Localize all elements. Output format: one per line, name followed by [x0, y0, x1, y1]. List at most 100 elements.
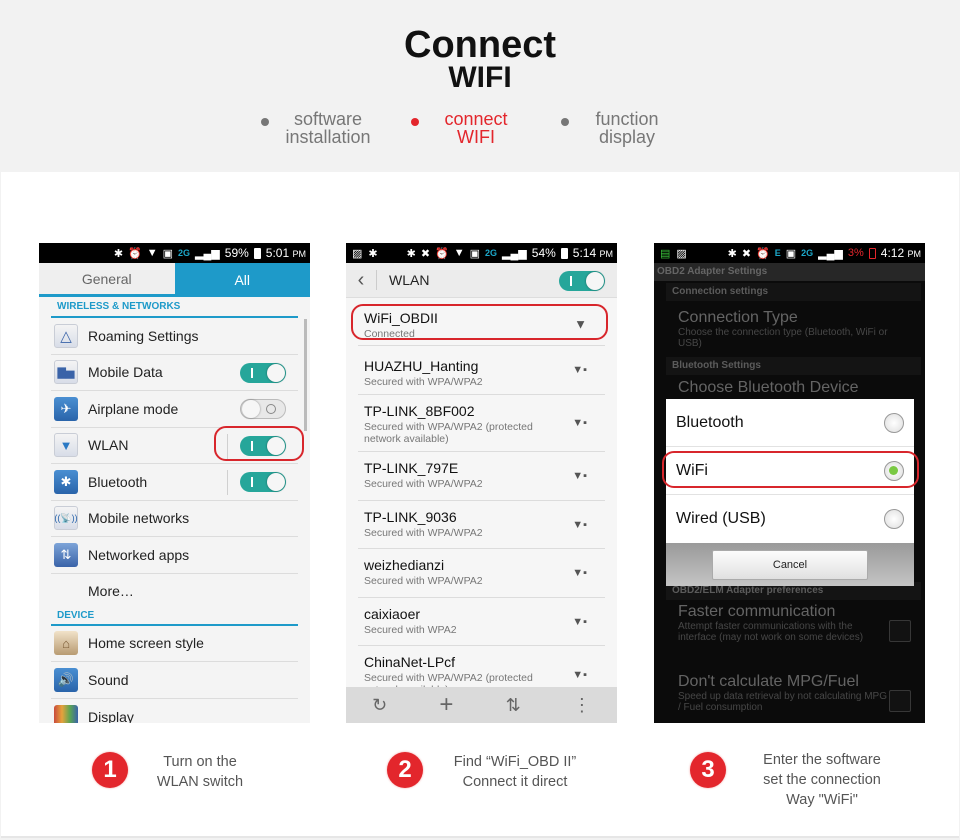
wifi-locked-signal-icon: ▼▪: [572, 364, 587, 376]
option-wifi[interactable]: WiFi: [666, 447, 914, 495]
clock-time: 4:12: [880, 246, 905, 260]
settings-item-wlan[interactable]: ▼ WLAN: [51, 428, 298, 464]
status-bar: ▤ ▨ ✱ ✖ ⏰ E ▣ 2G ▂▄▆ 3% 4:12 PM: [654, 243, 925, 263]
wifi-network-name: TP-LINK_797E: [364, 460, 459, 476]
settings-item-display[interactable]: Display: [51, 699, 298, 723]
alarm-icon: ⏰: [756, 247, 770, 260]
wifi-network-status: Secured with WPA/WPA2: [364, 527, 483, 539]
settings-item-mobile-data[interactable]: ▇▅ Mobile Data: [51, 355, 298, 391]
airplane-icon: ✈: [54, 396, 78, 421]
cancel-button[interactable]: Cancel: [712, 549, 868, 580]
add-icon[interactable]: +: [439, 691, 453, 719]
nav-item-connect-wifi[interactable]: connect WIFI: [430, 110, 522, 146]
wlan-master-toggle[interactable]: [559, 271, 605, 291]
alarm-icon: ⏰: [128, 247, 142, 260]
clock-ampm: PM: [599, 249, 614, 259]
settings-item-label: Networked apps: [88, 546, 190, 563]
section-header-wireless: WIRELESS & NETWORKS: [57, 301, 181, 312]
wifi-network-status: Secured with WPA/WPA2: [364, 478, 483, 490]
bluetooth-toggle[interactable]: [240, 472, 286, 492]
airplane-toggle[interactable]: [240, 399, 286, 419]
back-chevron-icon[interactable]: ‹: [346, 269, 376, 292]
connection-type-dialog: Bluetooth WiFi Wired (USB) Cancel: [666, 399, 914, 586]
settings-item-label: Display: [88, 708, 134, 723]
wifi-network-item[interactable]: TP-LINK_9036 Secured with WPA/WPA2 ▼▪: [358, 501, 605, 549]
clock: 5:01 PM: [266, 246, 306, 260]
settings-item-bluetooth[interactable]: ✱ Bluetooth: [51, 464, 298, 501]
signal-icon: ▂▄▆: [502, 247, 527, 260]
battery-icon: [560, 247, 568, 259]
radio-bluetooth[interactable]: [884, 412, 904, 433]
settings-item-home-screen[interactable]: ⌂ Home screen style: [51, 626, 298, 662]
clock-time: 5:14: [572, 246, 597, 260]
radio-wifi[interactable]: [884, 460, 904, 481]
antenna-icon: ((📡)): [54, 506, 78, 531]
wifi-locked-signal-icon: ▼▪: [572, 615, 587, 628]
wifi-status-icon: ▼: [146, 247, 158, 259]
mobile-data-toggle[interactable]: [240, 362, 286, 383]
wifi-network-item[interactable]: weizhedianzi Secured with WPA/WPA2 ▼▪: [358, 549, 605, 598]
overflow-menu-icon[interactable]: ⋮: [573, 695, 591, 716]
sim-icon: ▣: [162, 247, 174, 260]
option-wired-usb[interactable]: Wired (USB): [666, 495, 914, 543]
home-icon: ⌂: [54, 631, 78, 656]
divider: [227, 433, 228, 459]
radio-wired-usb[interactable]: [884, 509, 904, 529]
nav-item-function-display[interactable]: function display: [580, 110, 674, 146]
tab-general[interactable]: General: [39, 263, 175, 297]
wifi-network-name: TP-LINK_8BF002: [364, 403, 475, 419]
section-header-device: DEVICE: [57, 609, 95, 621]
phone-settings-screen: ✱ ⏰ ▼ ▣ 2G ▂▄▆ 59% 5:01 PM General All W…: [39, 243, 310, 723]
wifi-network-item[interactable]: caixiaoer Secured with WPA2 ▼▪: [358, 598, 605, 646]
step-line: Enter the software: [763, 752, 881, 768]
display-icon: [54, 704, 78, 723]
wifi-network-item[interactable]: TP-LINK_8BF002 Secured with WPA/WPA2 (pr…: [358, 395, 605, 452]
bluetooth-status-icon: ✱: [406, 247, 416, 260]
wifi-locked-signal-icon: ▼▪: [572, 567, 587, 579]
signal-icon: ▂▄▆: [195, 247, 220, 260]
page-subtitle: WIFI: [448, 61, 512, 94]
tab-all[interactable]: All: [174, 263, 310, 297]
wifi-network-item[interactable]: WiFi_OBDII Connected ▼: [358, 302, 605, 346]
wlan-toggle[interactable]: [240, 435, 286, 456]
wifi-icon: ▼: [54, 433, 78, 458]
nav-line: display: [598, 127, 656, 147]
roaming-icon: △: [54, 323, 78, 348]
wifi-network-item[interactable]: HUAZHU_Hanting Secured with WPA/WPA2 ▼▪: [358, 346, 605, 395]
settings-item-mobile-networks[interactable]: ((📡)) Mobile networks: [51, 501, 298, 537]
wifi-network-status: Secured with WPA/WPA2: [364, 575, 483, 587]
settings-item-label: Roaming Settings: [88, 327, 199, 344]
step-line: Turn on the: [163, 754, 237, 770]
settings-item-label: Sound: [88, 671, 129, 688]
blank-icon: [54, 579, 78, 603]
clock: 4:12 PM: [881, 246, 921, 260]
network-type-icon: 2G: [801, 248, 814, 258]
step-line: Way "WiFi": [786, 792, 858, 808]
settings-item-more[interactable]: More…: [51, 574, 298, 608]
settings-item-networked-apps[interactable]: ⇅ Networked apps: [51, 537, 298, 574]
settings-item-roaming[interactable]: △ Roaming Settings: [51, 318, 298, 355]
wps-icon[interactable]: ↻: [372, 695, 387, 716]
app-notification-icon: ▤: [660, 247, 671, 260]
wifi-status-icon: ▼: [453, 247, 465, 259]
clock-time: 5:01: [265, 246, 290, 260]
bluetooth-notification-icon: ✱: [368, 247, 378, 260]
status-bar: ✱ ⏰ ▼ ▣ 2G ▂▄▆ 59% 5:01 PM: [39, 243, 310, 263]
nav-item-software-installation[interactable]: software installation: [278, 110, 378, 146]
wifi-network-name: ChinaNet-LPcf: [364, 654, 456, 670]
dialog-footer: Cancel: [666, 543, 914, 586]
network-type-icon: 2G: [485, 248, 498, 258]
settings-item-airplane[interactable]: ✈ Airplane mode: [51, 391, 298, 428]
wifi-direct-icon[interactable]: ⇅: [506, 695, 521, 716]
settings-tabs: General All: [39, 263, 310, 297]
divider: [227, 470, 228, 495]
wifi-signal-icon: ▼: [574, 316, 587, 331]
nav-line: installation: [285, 127, 371, 147]
settings-item-label: More…: [88, 582, 134, 599]
scrollbar[interactable]: [304, 319, 307, 431]
gallery-icon: ▨: [676, 247, 687, 260]
wifi-network-item[interactable]: TP-LINK_797E Secured with WPA/WPA2 ▼▪: [358, 452, 605, 501]
battery-percent: 54%: [531, 246, 556, 260]
settings-item-sound[interactable]: 🔊 Sound: [51, 662, 298, 699]
option-bluetooth[interactable]: Bluetooth: [666, 399, 914, 447]
